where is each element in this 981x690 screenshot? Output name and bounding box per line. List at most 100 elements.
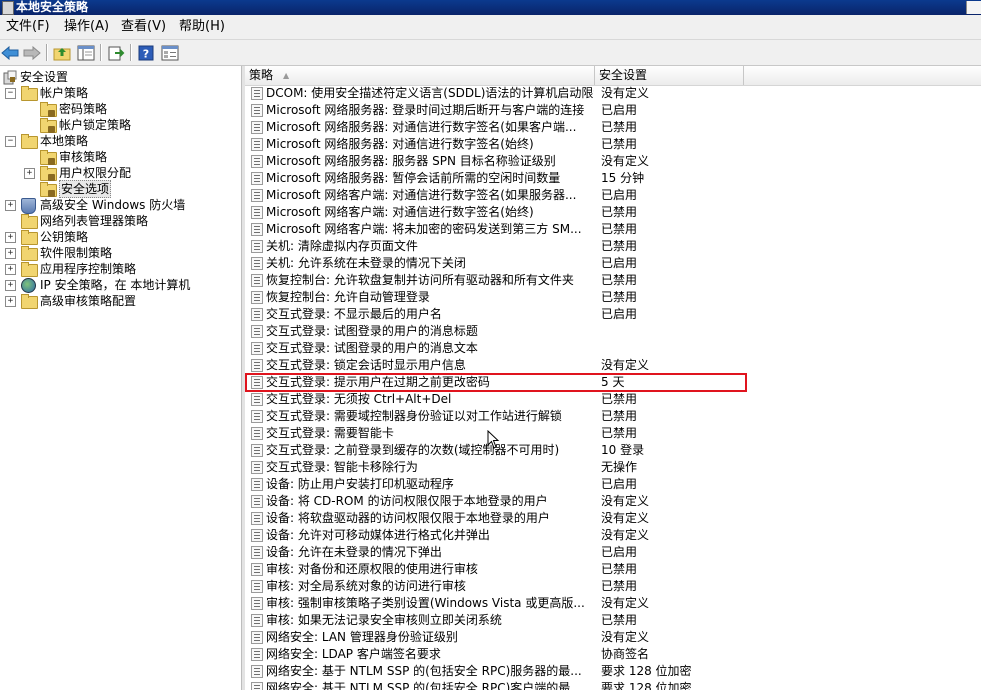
export-list-icon[interactable] — [106, 43, 126, 62]
policy-item-icon — [251, 529, 263, 542]
policy-row[interactable]: 交互式登录: 智能卡移除行为 无操作 — [245, 459, 981, 476]
policy-row[interactable]: 恢复控制台: 允许软盘复制并访问所有驱动器和所有文件夹 已禁用 — [245, 272, 981, 289]
policy-row[interactable]: 设备: 防止用户安装打印机驱动程序 已启用 — [245, 476, 981, 493]
policy-setting: 没有定义 — [601, 528, 650, 542]
policy-row[interactable]: 交互式登录: 提示用户在过期之前更改密码 5 天 — [245, 374, 981, 391]
toolbar: ? — [0, 40, 981, 66]
collapse-icon[interactable]: − — [5, 136, 16, 147]
expand-icon[interactable]: + — [5, 264, 16, 275]
expand-icon[interactable]: + — [5, 280, 16, 291]
policy-row[interactable]: 恢复控制台: 允许自动管理登录 已禁用 — [245, 289, 981, 306]
policy-item-icon — [251, 444, 263, 457]
policy-name: 交互式登录: 无须按 Ctrl+Alt+Del — [266, 392, 452, 406]
policy-row[interactable]: 网络安全: LDAP 客户端签名要求 协商签名 — [245, 646, 981, 663]
policy-setting: 5 天 — [601, 375, 625, 389]
mouse-cursor-icon — [487, 430, 500, 449]
policy-row[interactable]: Microsoft 网络客户端: 对通信进行数字签名(如果服务器... 已启用 — [245, 187, 981, 204]
policy-setting: 已禁用 — [601, 137, 638, 151]
policy-row[interactable]: 交互式登录: 锁定会话时显示用户信息 没有定义 — [245, 357, 981, 374]
policy-row[interactable]: 设备: 允许在未登录的情况下弹出 已启用 — [245, 544, 981, 561]
policy-row[interactable]: 设备: 允许对可移动媒体进行格式化并弹出 没有定义 — [245, 527, 981, 544]
policy-setting: 没有定义 — [601, 630, 650, 644]
policy-setting: 没有定义 — [601, 86, 650, 100]
policy-row[interactable]: 审核: 对备份和还原权限的使用进行审核 已禁用 — [245, 561, 981, 578]
folder-icon — [40, 102, 57, 117]
tree-root-label: 安全设置 — [20, 70, 69, 84]
policy-row[interactable]: Microsoft 网络服务器: 暂停会话前所需的空闲时间数量 15 分钟 — [245, 170, 981, 187]
policy-item-icon — [251, 240, 263, 253]
policy-row[interactable]: 交互式登录: 需要域控制器身份验证以对工作站进行解锁 已禁用 — [245, 408, 981, 425]
policy-row[interactable]: 交互式登录: 试图登录的用户的消息标题 — [245, 323, 981, 340]
policy-list-pane: 策略 ▲ 安全设置 DCOM: 使用安全描述符定义语言(SDDL)语法的计算机启动… — [245, 66, 981, 690]
menu-view[interactable]: 查看(V) — [119, 19, 168, 35]
tree-item-label: 帐户策略 — [40, 86, 89, 100]
policy-setting: 要求 128 位加密 — [601, 681, 692, 690]
policy-row[interactable]: 交互式登录: 需要智能卡 已禁用 — [245, 425, 981, 442]
expand-icon[interactable]: + — [5, 200, 16, 211]
menu-help[interactable]: 帮助(H) — [177, 19, 227, 35]
help-icon[interactable]: ? — [136, 43, 156, 62]
policy-row[interactable]: 交互式登录: 试图登录的用户的消息文本 — [245, 340, 981, 357]
policy-item-icon — [251, 614, 263, 627]
policy-row[interactable]: Microsoft 网络服务器: 对通信进行数字签名(如果客户端... 已禁用 — [245, 119, 981, 136]
show-hide-tree-icon[interactable] — [76, 43, 96, 62]
policy-item-icon — [251, 563, 263, 576]
policy-row[interactable]: 审核: 如果无法记录安全审核则立即关闭系统 已禁用 — [245, 612, 981, 629]
policy-row[interactable]: 设备: 将软盘驱动器的访问权限仅限于本地登录的用户 没有定义 — [245, 510, 981, 527]
expand-icon[interactable]: + — [24, 168, 35, 179]
policy-name: 设备: 将 CD-ROM 的访问权限仅限于本地登录的用户 — [266, 494, 548, 508]
expand-icon[interactable]: + — [5, 248, 16, 259]
expand-icon[interactable]: + — [5, 232, 16, 243]
tree-item-label: 审核策略 — [59, 150, 108, 164]
forward-icon[interactable] — [22, 43, 42, 62]
menu-file[interactable]: 文件(F) — [4, 19, 52, 35]
policy-row[interactable]: 交互式登录: 无须按 Ctrl+Alt+Del 已禁用 — [245, 391, 981, 408]
up-folder-icon[interactable] — [52, 43, 72, 62]
column-header-setting[interactable]: 安全设置 — [595, 66, 744, 85]
policy-setting: 已启用 — [601, 545, 638, 559]
policy-row[interactable]: 交互式登录: 不显示最后的用户名 已启用 — [245, 306, 981, 323]
policy-item-icon — [251, 325, 263, 338]
back-icon[interactable] — [0, 43, 20, 62]
collapse-icon[interactable]: − — [5, 88, 16, 99]
policy-name: Microsoft 网络服务器: 登录时间过期后断开与客户端的连接 — [266, 103, 585, 117]
policy-row[interactable]: Microsoft 网络服务器: 服务器 SPN 目标名称验证级别 没有定义 — [245, 153, 981, 170]
window-control[interactable] — [966, 1, 981, 14]
menu-action[interactable]: 操作(A) — [62, 19, 111, 35]
policy-setting: 已禁用 — [601, 613, 638, 627]
policy-row[interactable]: 网络安全: LAN 管理器身份验证级别 没有定义 — [245, 629, 981, 646]
policy-row[interactable]: 关机: 清除虚拟内存页面文件 已禁用 — [245, 238, 981, 255]
folder-icon — [21, 230, 38, 245]
policy-row[interactable]: 审核: 强制审核策略子类别设置(Windows Vista 或更高版... 没有定… — [245, 595, 981, 612]
policy-row[interactable]: 交互式登录: 之前登录到缓存的次数(域控制器不可用时) 10 登录 — [245, 442, 981, 459]
security-settings-icon — [3, 70, 19, 85]
policy-name: 交互式登录: 需要域控制器身份验证以对工作站进行解锁 — [266, 409, 562, 423]
policy-setting: 已启用 — [601, 307, 638, 321]
policy-name: 恢复控制台: 允许软盘复制并访问所有驱动器和所有文件夹 — [266, 273, 574, 287]
policy-row[interactable]: 网络安全: 基于 NTLM SSP 的(包括安全 RPC)客户端的最... 要求 … — [245, 680, 981, 690]
policy-name: Microsoft 网络服务器: 对通信进行数字签名(如果客户端... — [266, 120, 577, 134]
policy-row[interactable]: Microsoft 网络服务器: 对通信进行数字签名(始终) 已禁用 — [245, 136, 981, 153]
policy-row[interactable]: Microsoft 网络服务器: 登录时间过期后断开与客户端的连接 已启用 — [245, 102, 981, 119]
tree-item-label: 高级安全 Windows 防火墙 — [40, 198, 186, 212]
policy-item-icon — [251, 223, 263, 236]
policy-row[interactable]: Microsoft 网络客户端: 对通信进行数字签名(始终) 已禁用 — [245, 204, 981, 221]
policy-name: 网络安全: LAN 管理器身份验证级别 — [266, 630, 458, 644]
tree-item-label: 用户权限分配 — [59, 166, 132, 180]
policy-row[interactable]: 审核: 对全局系统对象的访问进行审核 已禁用 — [245, 578, 981, 595]
policy-row[interactable]: 关机: 允许系统在未登录的情况下关闭 已启用 — [245, 255, 981, 272]
policy-name: 审核: 对备份和还原权限的使用进行审核 — [266, 562, 478, 576]
column-header-policy[interactable]: 策略 ▲ — [245, 66, 595, 85]
policy-name: 关机: 允许系统在未登录的情况下关闭 — [266, 256, 466, 270]
policy-row[interactable]: 网络安全: 基于 NTLM SSP 的(包括安全 RPC)服务器的最... 要求 … — [245, 663, 981, 680]
policy-row[interactable]: 设备: 将 CD-ROM 的访问权限仅限于本地登录的用户 没有定义 — [245, 493, 981, 510]
tree-item-label: 帐户锁定策略 — [59, 118, 132, 132]
folder-icon — [40, 118, 57, 133]
policy-item-icon — [251, 189, 263, 202]
properties-icon[interactable] — [160, 43, 180, 62]
expand-icon[interactable]: + — [5, 296, 16, 307]
policy-row[interactable]: Microsoft 网络客户端: 将未加密的密码发送到第三方 SM... 已禁用 — [245, 221, 981, 238]
policy-row[interactable]: DCOM: 使用安全描述符定义语言(SDDL)语法的计算机启动限制 没有定义 — [245, 85, 981, 102]
svg-text:?: ? — [143, 47, 149, 60]
folder-icon — [21, 246, 38, 261]
